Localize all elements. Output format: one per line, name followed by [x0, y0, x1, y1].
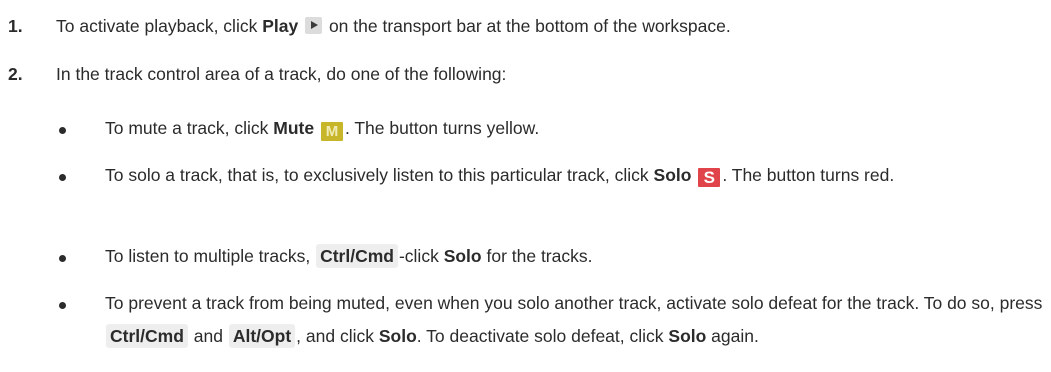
step-text: In the track control area of a track, do…	[56, 64, 507, 84]
document: 1. To activate playback, click Play on t…	[0, 0, 1051, 372]
solo-label: Solo	[668, 326, 707, 346]
bullet-dot	[59, 127, 66, 134]
step-text: To activate playback, click Play on the …	[56, 16, 731, 36]
ctrl-cmd-key: Ctrl/Cmd	[106, 324, 188, 348]
play-label: Play	[262, 16, 299, 36]
solo-label: Solo	[653, 165, 692, 185]
list-item-text: To listen to multiple tracks, Ctrl/Cmd -c…	[105, 244, 593, 268]
bullet-dot	[59, 255, 66, 262]
bullet-dot	[59, 302, 66, 309]
solo-label: Solo	[378, 326, 417, 346]
step-number: 1.	[8, 16, 23, 36]
step-number: 2.	[8, 64, 23, 84]
solo-label: Solo	[443, 246, 482, 266]
mute-icon: M	[320, 122, 343, 141]
ctrl-cmd-key: Ctrl/Cmd	[316, 244, 398, 268]
list-item-text: To prevent a track from being muted, eve…	[105, 293, 1043, 348]
mute-label: Mute	[273, 118, 315, 138]
play-icon	[305, 17, 323, 34]
list-item-text: To solo a track, that is, to exclusively…	[105, 165, 895, 187]
bullet-dot	[59, 174, 66, 181]
alt-opt-key: Alt/Opt	[228, 324, 296, 348]
solo-icon: S	[698, 168, 721, 187]
list-item-text: To mute a track, click Mute M. The butto…	[105, 118, 540, 141]
